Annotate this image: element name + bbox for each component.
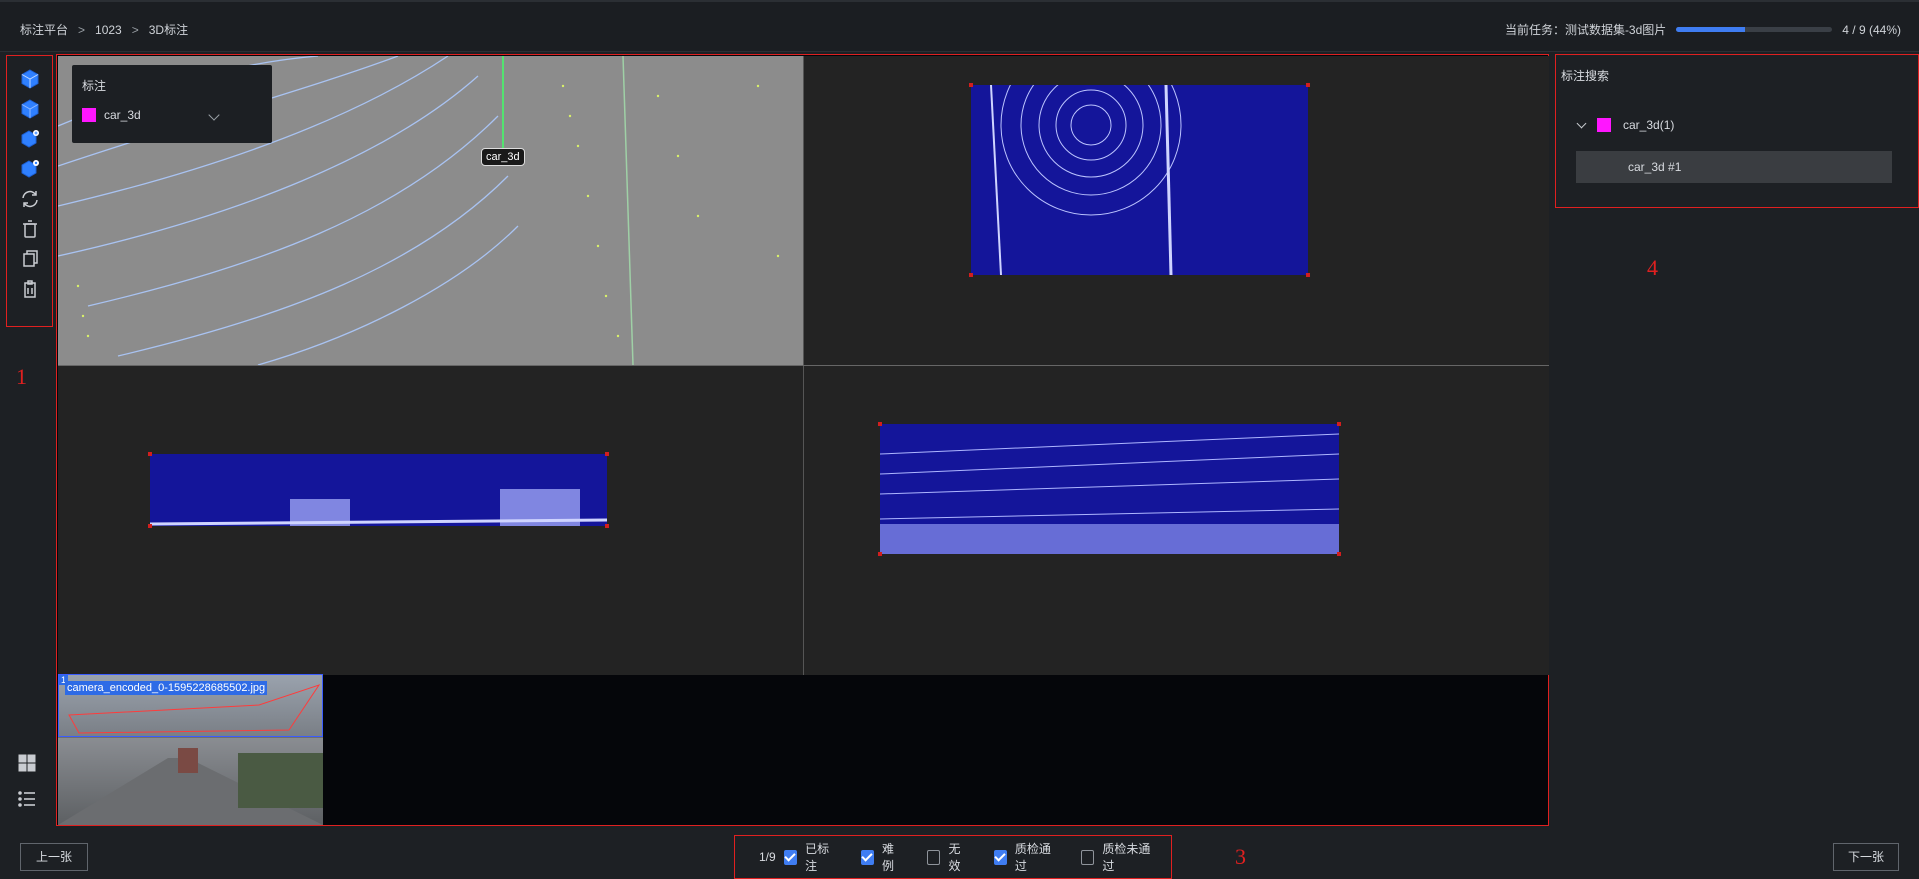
task-label: 当前任务：测试数据集-3d图片	[1504, 23, 1667, 37]
class-select-value: car_3d	[104, 108, 141, 122]
copy-icon[interactable]	[17, 246, 43, 272]
object-label-tag[interactable]: car_3d	[481, 148, 525, 166]
class-select[interactable]: car_3d	[82, 108, 262, 122]
box-corner-handle[interactable]	[605, 524, 609, 528]
chevron-down-icon[interactable]	[1576, 118, 1587, 128]
breadcrumb-item-current: 3D标注	[148, 23, 189, 37]
tree-group-label: car_3d(1)	[1623, 118, 1675, 132]
review-status-bar: 1/9 已标注 难例 无效 质检通过 质检未通过	[734, 835, 1172, 879]
callout-marker-1: 1	[16, 364, 27, 389]
checkbox-invalid-label: 无效	[948, 842, 961, 873]
cube-add-icon[interactable]	[17, 126, 43, 152]
checkbox-hard-case[interactable]	[860, 849, 875, 865]
front-pointcloud	[880, 433, 1339, 554]
checkbox-qc-failed-label: 质检未通过	[1102, 842, 1151, 873]
tree-group-car-3d[interactable]: car_3d(1)	[1576, 118, 1675, 132]
callout-marker-3: 3	[1235, 844, 1246, 869]
camera-image-preview[interactable]	[58, 738, 323, 825]
checkbox-qc-failed[interactable]	[1080, 849, 1095, 865]
checkbox-qc-passed[interactable]	[993, 849, 1007, 865]
annotation-search-panel: 标注搜索 car_3d(1) car_3d #1	[1555, 54, 1919, 208]
trash-icon[interactable]	[17, 216, 43, 242]
box-corner-handle[interactable]	[969, 83, 973, 87]
checkbox-invalid[interactable]	[927, 849, 941, 865]
rotate-icon[interactable]	[17, 186, 43, 212]
cube-icon[interactable]	[17, 66, 43, 92]
camera-scene	[58, 748, 323, 825]
box-corner-handle[interactable]	[148, 524, 152, 528]
grid-view-icon[interactable]	[14, 750, 40, 776]
callout-marker-4: 4	[1647, 255, 1658, 280]
thumbnail-filename: camera_encoded_0-1595228685502.jpg	[65, 681, 268, 695]
box-corner-handle[interactable]	[1306, 273, 1310, 277]
bounding-box-side[interactable]	[150, 454, 607, 526]
task-progress-fill	[1676, 27, 1745, 32]
annotation-panel-title: 标注	[82, 79, 107, 93]
class-color-swatch	[82, 108, 96, 122]
tree-item-car-3d-1[interactable]: car_3d #1	[1576, 151, 1892, 183]
bounding-box-front[interactable]	[880, 424, 1339, 554]
task-progress-bar	[1676, 27, 1833, 32]
bird-pointcloud	[990, 85, 1182, 275]
bird-view-projection[interactable]	[804, 56, 1549, 365]
box-corner-handle[interactable]	[1337, 422, 1341, 426]
task-info: 当前任务：测试数据集-3d图片 4 / 9 (44%)	[1505, 21, 1901, 38]
view-divider-horizontal	[58, 365, 1549, 366]
breadcrumb-separator: >	[131, 22, 139, 37]
camera-thumbnail-active[interactable]: 1 camera_encoded_0-1595228685502.jpg	[58, 674, 323, 737]
breadcrumb-item-platform[interactable]: 标注平台	[20, 21, 68, 38]
box-corner-handle[interactable]	[969, 273, 973, 277]
view-switcher	[14, 750, 40, 812]
box-corner-handle[interactable]	[878, 552, 882, 556]
side-pointcloud	[150, 489, 607, 526]
annotation-search-title: 标注搜索	[1561, 69, 1610, 83]
tool-palette	[6, 55, 53, 327]
breadcrumb: 标注平台 > 1023 > 3D标注	[20, 21, 188, 38]
checkbox-labeled[interactable]	[783, 849, 798, 865]
cube-filled-icon[interactable]	[17, 96, 43, 122]
top-bar: 标注平台 > 1023 > 3D标注 当前任务：测试数据集-3d图片 4 / 9…	[0, 0, 1919, 52]
heading-indicator	[502, 56, 504, 156]
checkbox-labeled-label: 已标注	[805, 842, 830, 873]
annotation-workspace: car_3d 标注 car_3d 1 camera_encoded_0-1595…	[56, 54, 1549, 826]
breadcrumb-separator: >	[78, 22, 86, 37]
paste-icon[interactable]	[17, 276, 43, 302]
box-corner-handle[interactable]	[148, 452, 152, 456]
box-corner-handle[interactable]	[878, 422, 882, 426]
class-color-swatch	[1597, 118, 1611, 132]
list-view-icon[interactable]	[14, 786, 40, 812]
top-view-pointcloud[interactable]: car_3d 标注 car_3d	[58, 56, 803, 365]
box-corner-handle[interactable]	[605, 452, 609, 456]
image-counter: 1/9	[759, 850, 776, 864]
checkbox-qc-passed-label: 质检通过	[1014, 842, 1051, 873]
bounding-box-bird[interactable]	[971, 85, 1308, 275]
prev-button[interactable]: 上一张	[20, 843, 88, 871]
cube-edit-icon[interactable]	[17, 156, 43, 182]
chevron-down-icon[interactable]	[208, 109, 220, 121]
annotation-class-panel: 标注 car_3d	[72, 65, 272, 143]
next-button[interactable]: 下一张	[1833, 843, 1899, 871]
front-view-projection[interactable]	[804, 366, 1549, 675]
box-corner-handle[interactable]	[1337, 552, 1341, 556]
task-progress-text: 4 / 9 (44%)	[1842, 22, 1901, 37]
box-corner-handle[interactable]	[1306, 83, 1310, 87]
camera-thumbnail[interactable]: 1 camera_encoded_0-1595228685502.jpg	[58, 674, 323, 825]
side-view-projection[interactable]	[58, 366, 803, 675]
breadcrumb-item-project[interactable]: 1023	[95, 23, 122, 37]
checkbox-hard-case-label: 难例	[882, 842, 895, 873]
